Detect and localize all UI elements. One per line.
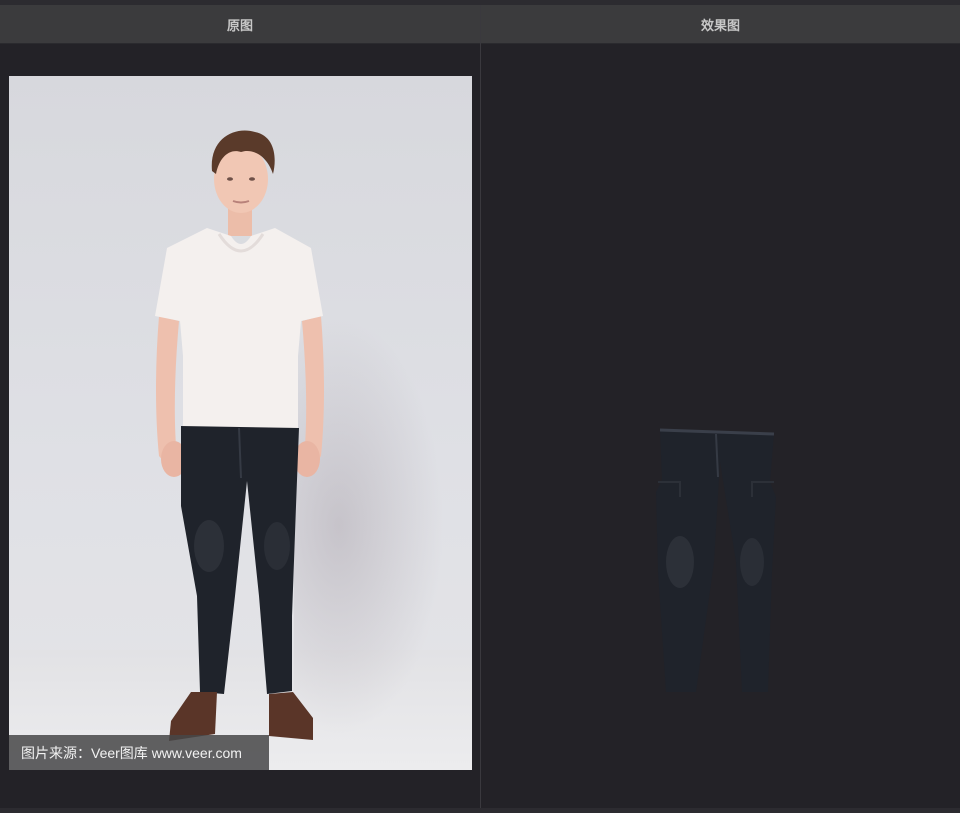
jeans-cutout [656,428,776,692]
original-panel-header: 原图 [0,5,480,44]
result-panel-header: 效果图 [481,5,960,44]
person-figure [155,130,324,741]
result-panel-title: 效果图 [700,18,740,34]
result-panel: 效果图 [481,5,960,808]
original-photo: 图片来源：Veer图库 www.veer.com [9,76,472,770]
original-panel-title: 原图 [226,18,253,34]
original-panel: 原图 图片来源：Veer图库 www.veer.com [0,5,480,808]
bottom-border [0,808,960,813]
photo-watermark: 图片来源：Veer图库 www.veer.com [9,735,269,770]
